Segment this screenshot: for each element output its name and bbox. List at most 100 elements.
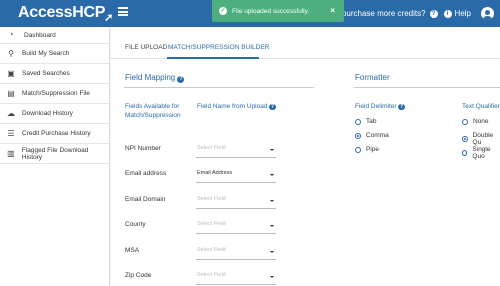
fields-available-header-text: Fields Available for Match/Suppression — [125, 103, 181, 119]
field-select-npi-number[interactable]: Select Field — [196, 143, 276, 158]
save-icon: ▣ — [7, 68, 15, 78]
sidebar-item-label: Download History — [22, 110, 73, 117]
tab-bar: FILE UPLOAD MATCH/SUPPRESSION BUILDER — [111, 27, 500, 59]
radio-button-selected[interactable] — [355, 132, 361, 139]
list-icon: ☰ — [7, 128, 15, 138]
cloud-download-icon: ☁ — [7, 108, 15, 118]
field-select-value: Select Field — [197, 247, 226, 253]
sidebar-item-saved-searches[interactable]: ▣ Saved Searches — [0, 64, 109, 84]
mapping-label: Email address — [125, 170, 167, 177]
caret-down-icon — [270, 174, 274, 176]
sidebar-item-label: Match/Suppression File — [22, 90, 90, 97]
sidebar-item-label: Flagged File Download History — [21, 146, 89, 161]
sidebar-item-credit-purchase-history[interactable]: ☰ Credit Purchase History — [0, 124, 109, 144]
help-circle-icon[interactable]: ? — [177, 75, 185, 83]
sidebar-item-build-my-search[interactable]: ⚲ Build My Search — [0, 44, 109, 64]
field-select-email-address[interactable]: Email Address — [196, 168, 276, 183]
radio-qualifier-none[interactable]: None — [462, 118, 489, 125]
radio-button[interactable] — [462, 118, 468, 125]
mapping-label: Email Domain — [125, 196, 166, 203]
radio-button[interactable] — [355, 146, 361, 153]
radio-label: Tab — [366, 118, 377, 125]
caret-down-icon — [270, 225, 274, 227]
mapping-label: NPI Number — [125, 145, 161, 152]
radio-label: Single Quo — [472, 146, 491, 160]
field-mapping-title-text: Field Mapping — [125, 73, 176, 82]
tab-file-upload[interactable]: FILE UPLOAD — [125, 44, 167, 51]
field-delimiter-header: Field Delimiter ? — [355, 102, 405, 111]
cursor-icon: ➚ — [104, 12, 114, 24]
main-content: FILE UPLOAD MATCH/SUPPRESSION BUILDER Fi… — [111, 27, 500, 286]
app-logo[interactable]: AccessHCP➚ — [18, 4, 114, 24]
radio-delimiter-comma[interactable]: Comma — [355, 132, 389, 139]
mapping-row-msa: MSA Select Field — [111, 242, 311, 262]
radio-button[interactable] — [355, 118, 361, 125]
radio-button[interactable] — [462, 150, 468, 156]
help-label: Help — [454, 9, 471, 18]
radio-label: Double Qu — [472, 132, 494, 146]
radio-button-selected[interactable] — [462, 136, 468, 142]
radio-delimiter-tab[interactable]: Tab — [355, 118, 376, 125]
field-select-msa[interactable]: Select Field — [196, 245, 276, 260]
divider — [124, 87, 314, 88]
radio-qualifier-double-quote[interactable]: Double Qu — [462, 132, 500, 146]
divider — [354, 87, 500, 88]
mapping-row-npi-number: NPI Number Select Field — [111, 140, 311, 160]
active-tab-indicator — [167, 57, 259, 59]
check-circle-icon: ✓ — [219, 7, 227, 15]
mapping-label: MSA — [125, 247, 140, 254]
field-select-value: Select Field — [197, 221, 226, 227]
mapping-row-email-address: Email address Email Address — [111, 165, 311, 185]
search-icon: ⚲ — [8, 48, 14, 58]
sidebar-item-download-history[interactable]: ☁ Download History — [0, 104, 109, 124]
menu-icon[interactable] — [118, 7, 128, 16]
help-circle-icon[interactable]: ? — [398, 103, 405, 110]
dashboard-icon: ◔ — [8, 30, 14, 39]
text-qualifier-header: Text Qualifier — [462, 103, 500, 110]
mapping-row-zip-code: Zip Code Select Field — [111, 267, 311, 286]
radio-label: Pipe — [366, 146, 380, 153]
fields-available-header: Fields Available for Match/Suppression — [125, 102, 187, 120]
tab-match-suppression-builder[interactable]: MATCH/SUPPRESSION BUILDER — [168, 44, 269, 51]
field-delimiter-header-text: Field Delimiter — [355, 103, 397, 110]
sidebar-item-flagged-file-download-history[interactable]: ▥ Flagged File Download History — [0, 144, 109, 164]
flagged-file-icon: ▥ — [7, 148, 15, 158]
sidebar-item-label: Saved Searches — [22, 70, 70, 77]
caret-down-icon — [270, 149, 274, 151]
help-circle-icon[interactable]: ? — [429, 9, 438, 18]
field-name-header-text: Field Name from Upload — [197, 103, 268, 110]
field-select-value: Select Field — [197, 272, 226, 278]
caret-down-icon — [270, 276, 274, 278]
mapping-label: County — [125, 221, 146, 228]
sidebar-item-label: Dashboard — [24, 31, 56, 39]
sidebar: ◔ Dashboard ⚲ Build My Search ▣ Saved Se… — [0, 27, 110, 286]
toast-message: File uploaded successfully. — [232, 7, 310, 15]
field-select-value: Select Field — [197, 196, 226, 202]
radio-label: Comma — [366, 132, 389, 139]
field-select-value: Select Field — [197, 145, 226, 151]
field-select-zip-code[interactable]: Select Field — [196, 270, 276, 285]
sidebar-item-dashboard[interactable]: ◔ Dashboard — [0, 27, 109, 44]
sidebar-item-label: Build My Search — [22, 50, 70, 57]
mapping-label: Zip Code — [125, 272, 152, 279]
caret-down-icon — [270, 200, 274, 202]
field-mapping-title: Field Mapping ? — [125, 73, 185, 83]
radio-label: None — [473, 118, 489, 125]
field-select-email-domain[interactable]: Select Field — [196, 194, 276, 209]
formatter-title: Formatter — [355, 73, 390, 82]
help-button[interactable]: i Help — [443, 9, 471, 18]
help-circle-icon[interactable]: ? — [269, 103, 276, 110]
sidebar-item-label: Credit Purchase History — [22, 130, 91, 137]
field-name-header: Field Name from Upload ? — [197, 102, 276, 111]
caret-down-icon — [270, 251, 274, 253]
mapping-row-email-domain: Email Domain Select Field — [111, 191, 311, 211]
field-select-county[interactable]: Select Field — [196, 219, 276, 234]
field-select-value: Email Address — [197, 170, 233, 176]
close-icon[interactable]: × — [330, 6, 335, 15]
sidebar-item-match-suppression-file[interactable]: ▤ Match/Suppression File — [0, 84, 109, 104]
user-avatar-icon[interactable] — [481, 7, 494, 20]
success-toast: ✓ File uploaded successfully. × — [212, 0, 344, 22]
mapping-row-county: County Select Field — [111, 216, 311, 236]
radio-delimiter-pipe[interactable]: Pipe — [355, 146, 379, 153]
radio-qualifier-single-quote[interactable]: Single Quo — [462, 146, 500, 160]
